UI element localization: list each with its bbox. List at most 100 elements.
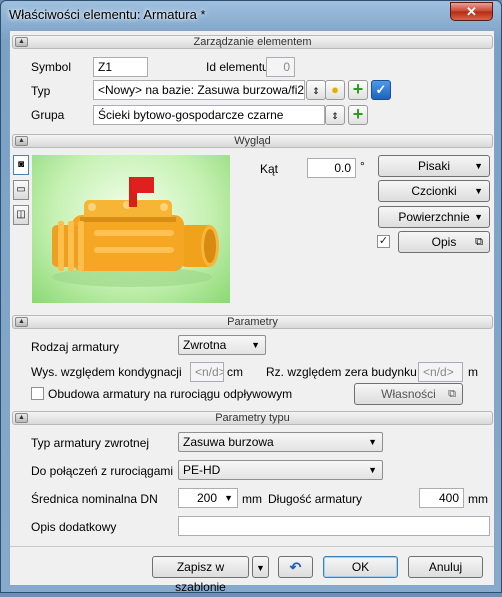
scroll-arrows-icon: ⇕ [331,111,339,121]
plus-icon: + [352,79,364,99]
symbol-label: Symbol [31,60,72,74]
description-checkbox[interactable]: ✓ [377,235,390,248]
valve-length-label: Długość armatury [268,492,363,506]
ok-button[interactable]: OK [323,556,398,578]
scroll-arrows-icon: ⇕ [312,86,320,96]
extra-description-label: Opis dodatkowy [31,520,117,534]
popup-icon: ⧉ [475,236,483,248]
properties-window: Właściwości elementu: Armatura * ✕ ▲ Zar… [0,0,502,594]
elevation-input[interactable]: <n/d> [418,362,463,382]
section-header-type-parameters[interactable]: ▲ Parametry typu [12,411,493,425]
connection-select[interactable]: PE-HD ▼ [178,460,383,480]
nominal-diameter-label: Średnica nominalna DN [31,492,158,506]
title-bar[interactable]: Właściwości elementu: Armatura * ✕ [1,1,501,29]
surfaces-label: Powierzchnie [398,210,470,224]
element-id-field: 0 [266,57,295,77]
save-template-button[interactable]: Zapisz w szablonie [152,556,249,594]
extra-description-input[interactable] [178,516,490,536]
check-type-select[interactable]: Zasuwa burzowa ▼ [178,432,383,452]
valve-kind-value: Zwrotna [183,338,227,352]
group-field[interactable]: Ścieki bytowo-gospodarcze czarne [93,105,325,125]
dropdown-arrow-icon: ▼ [474,161,483,171]
section-header-parameters[interactable]: ▲ Parametry [12,315,493,329]
collapse-icon[interactable]: ▲ [15,37,28,47]
confirm-type-button[interactable]: ✓ [371,80,391,100]
section-title: Parametry typu [215,412,290,424]
section-title: Parametry [227,316,278,328]
type-label: Typ [31,84,51,98]
nominal-diameter-select[interactable]: 200 ▼ [178,488,238,508]
valve-kind-select[interactable]: Zwrotna ▼ [178,335,266,355]
check-type-label: Typ armatury zwrotnej [31,436,150,450]
height-unit: cm [227,365,243,379]
type-field[interactable]: <Nowy> na bazie: Zasuwa burzowa/fi200 [93,80,305,100]
collapse-icon[interactable]: ▲ [15,413,28,423]
valve-kind-label: Rodzaj armatury [31,340,120,354]
dropdown-arrow-icon: ▼ [224,493,233,503]
dropdown-arrow-icon: ▼ [368,465,377,475]
cancel-button[interactable]: Anuluj [408,556,483,578]
undo-icon: ↶ [289,559,302,575]
close-icon: ✕ [466,4,477,19]
cube-icon: ◫ [16,209,26,220]
section-header-appearance[interactable]: ▲ Wygląd [12,134,493,148]
elevation-label: Rz. względem zera budynku [266,365,417,379]
pens-label: Pisaki [417,159,450,173]
folder-icon: ▭ [16,184,26,195]
angle-input[interactable]: 0.0 [307,158,356,178]
dropdown-arrow-icon: ▼ [251,340,260,350]
camera-icon: ◙ [17,159,25,170]
checkmark-icon: ✓ [375,82,387,97]
side-tab-camera[interactable]: ◙ [13,155,29,175]
ok-label: OK [351,560,370,574]
group-label: Grupa [31,108,65,122]
description-button[interactable]: Opis ⧉ [398,231,490,253]
properties-button[interactable]: Własności ⧉ [354,383,463,405]
dropdown-arrow-icon: ▼ [256,563,265,573]
dropdown-arrow-icon: ▼ [368,437,377,447]
valve-length-unit: mm [468,492,488,506]
housing-label: Obudowa armatury na rurociągu odpływowym [48,387,293,401]
window-title: Właściwości elementu: Armatura * [9,7,206,22]
group-browse-button[interactable]: ⇕ [325,105,345,125]
valve-illustration [52,177,219,287]
collapse-icon[interactable]: ▲ [15,136,28,146]
dropdown-arrow-icon: ▼ [474,186,483,196]
angle-label: Kąt [260,162,279,176]
angle-unit: ° [360,159,365,173]
side-tab-folder[interactable]: ▭ [13,180,29,200]
element-id-label: Id elementu [206,60,269,74]
nominal-diameter-unit: mm [242,492,262,506]
pens-button[interactable]: Pisaki ▼ [378,155,490,177]
save-template-label: Zapisz w szablonie [175,560,226,594]
section-title: Wygląd [234,135,271,147]
section-header-management[interactable]: ▲ Zarządzanie elementem [12,35,493,49]
elevation-unit: m [468,365,478,379]
fonts-button[interactable]: Czcionki ▼ [378,180,490,202]
surfaces-button[interactable]: Powierzchnie ▼ [378,206,490,228]
element-preview-image [32,155,230,303]
symbol-input[interactable]: Z1 [93,57,148,77]
connection-value: PE-HD [183,463,221,477]
type-browse-button[interactable]: ⇕ [306,80,326,100]
add-type-button[interactable]: + [348,80,368,100]
dialog-body: ▲ Zarządzanie elementem Symbol Z1 Id ele… [9,30,495,594]
section-title: Zarządzanie elementem [193,36,312,48]
dropdown-arrow-icon: ▼ [474,212,483,222]
fonts-label: Czcionki [411,184,457,198]
undo-button[interactable]: ↶ [278,556,313,578]
save-template-dropdown[interactable]: ▼ [252,556,269,578]
cancel-label: Anuluj [428,560,463,574]
description-label: Opis [431,235,457,249]
check-type-value: Zasuwa burzowa [183,435,274,449]
side-tab-cube[interactable]: ◫ [13,205,29,225]
valve-length-input[interactable]: 400 [419,488,464,508]
bulb-icon: ● [331,82,339,97]
close-button[interactable]: ✕ [450,2,493,21]
collapse-icon[interactable]: ▲ [15,317,28,327]
nominal-diameter-value: 200 [196,491,217,505]
type-highlight-button[interactable]: ● [325,80,345,100]
add-group-button[interactable]: + [348,105,368,125]
height-input[interactable]: <n/d> [190,362,224,382]
housing-checkbox[interactable] [31,387,44,400]
